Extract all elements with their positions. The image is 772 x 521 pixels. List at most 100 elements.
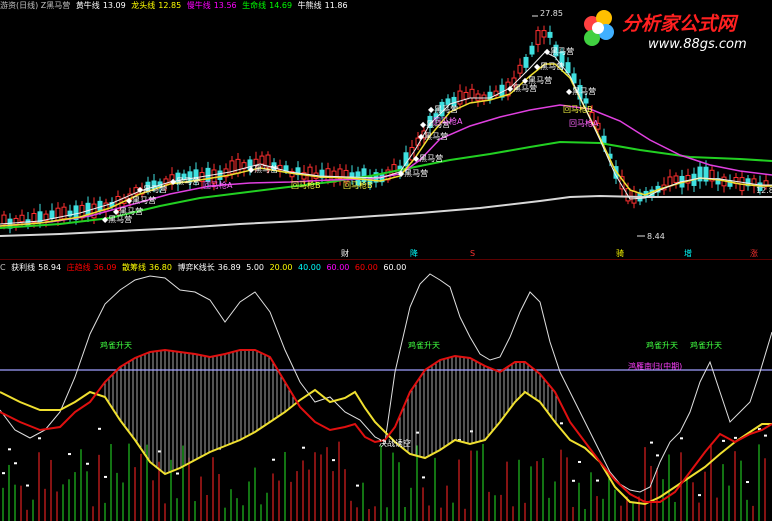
candle-body bbox=[547, 31, 553, 38]
pullback-b-1: 回马枪B bbox=[291, 180, 321, 190]
bar-dot bbox=[98, 427, 101, 430]
bar-dot bbox=[38, 437, 41, 440]
bar-dot bbox=[272, 458, 275, 461]
bar-dot bbox=[356, 484, 359, 487]
bar-dot bbox=[722, 439, 725, 442]
black-horse-marker: ◆黑马营 bbox=[126, 195, 156, 205]
high-price-label: 27.85 bbox=[540, 9, 563, 18]
site-logo: 分析家公式网 www.88gs.com bbox=[570, 2, 770, 54]
bar-dot bbox=[416, 431, 419, 434]
candle-body bbox=[517, 64, 523, 74]
right-mark-3: 涨 bbox=[750, 248, 758, 258]
phoenix-label-2: 鸡雀升天 bbox=[408, 340, 440, 350]
phoenix-label-4: 鸡雀升天 bbox=[690, 340, 722, 350]
peak-mark-1: 降 bbox=[410, 248, 418, 258]
black-horse-marker: ◆黑马营 bbox=[428, 104, 458, 114]
bar-dot bbox=[746, 481, 749, 484]
right-mark-1: 骑 bbox=[616, 248, 624, 258]
indicator-svg: 鸡雀升天 鸡雀升天 鸡雀升天 鸡雀升天 鸿雁南归(中期) 决战诱空 bbox=[0, 273, 772, 521]
candle-body bbox=[1, 214, 7, 225]
dump-note: 决战诱空 bbox=[379, 438, 411, 448]
pullback-b-2: 回马枪B bbox=[343, 180, 373, 190]
bar-dot bbox=[698, 494, 701, 497]
candle-body bbox=[49, 210, 55, 219]
hatch-fill-group bbox=[104, 350, 557, 474]
candle-body bbox=[529, 45, 535, 55]
bar-dot bbox=[578, 460, 581, 463]
bar-dot bbox=[680, 437, 683, 440]
candle-body bbox=[475, 93, 481, 101]
bar-dot bbox=[560, 422, 563, 425]
bar-dot bbox=[26, 484, 29, 487]
pullback-a-3: 回马枪A bbox=[569, 118, 599, 128]
pane-separator[interactable] bbox=[0, 259, 772, 260]
candle-body bbox=[55, 207, 61, 222]
candle-body bbox=[523, 56, 529, 68]
candle-body bbox=[307, 166, 313, 182]
candle-body bbox=[31, 213, 37, 223]
candle-body bbox=[61, 206, 67, 220]
bar-dot bbox=[470, 430, 473, 433]
candle-body bbox=[535, 30, 541, 45]
black-horse-marker: ◆黑马营 bbox=[113, 206, 143, 216]
bar-dot bbox=[104, 475, 107, 478]
candle-body bbox=[457, 90, 463, 105]
candles-group bbox=[1, 25, 769, 234]
phoenix-label-1: 鸡雀升天 bbox=[100, 340, 132, 350]
pullback-b-3: 回马枪B bbox=[563, 104, 593, 114]
bottom-bars-group bbox=[2, 422, 767, 521]
bar-dot bbox=[572, 479, 575, 482]
candle-body bbox=[463, 91, 469, 100]
wealth-mark: 财 bbox=[341, 248, 349, 258]
candle-body bbox=[217, 170, 223, 180]
candle-body bbox=[541, 30, 547, 38]
candle-body bbox=[325, 168, 331, 182]
bar-dot bbox=[650, 441, 653, 444]
bar-dot bbox=[86, 462, 89, 465]
black-horse-marker: ◆黑马营 bbox=[413, 153, 443, 163]
candle-body bbox=[469, 88, 475, 99]
black-horse-marker: ◆黑马营 bbox=[248, 164, 278, 174]
pink-note: 鸿雁南归(中期) bbox=[628, 361, 682, 371]
bar-dot bbox=[422, 476, 425, 479]
bar-dot bbox=[302, 446, 305, 449]
indicator-pane[interactable]: C 获利线 58.94 庄趋线 36.09 散筹线 36.80 博弈K线长 36.89 … bbox=[0, 262, 772, 521]
bar-dot bbox=[2, 472, 5, 475]
bar-dot bbox=[596, 479, 599, 482]
candle-body bbox=[259, 155, 265, 165]
black-horse-marker: ◆黑马营 bbox=[418, 131, 448, 141]
candle-body bbox=[445, 98, 451, 105]
pullback-a-2: 回马枪A bbox=[433, 116, 463, 126]
black-horse-marker: ◆黑马营 bbox=[170, 176, 200, 186]
candle-body bbox=[19, 214, 25, 223]
logo-url-text: www.88gs.com bbox=[648, 37, 747, 52]
last-price-label: 12.8 bbox=[756, 186, 772, 195]
low-price-label: 8.44 bbox=[647, 232, 665, 241]
black-horse-marker: ◆黑马营 bbox=[398, 168, 428, 178]
bar-dot bbox=[332, 459, 335, 462]
black-horse-marker: ◆黑马营 bbox=[137, 184, 167, 194]
candle-body bbox=[673, 175, 679, 183]
bar-dot bbox=[176, 472, 179, 475]
bar-dot bbox=[68, 453, 71, 456]
black-horse-marker: ◆黑马营 bbox=[522, 75, 552, 85]
peak-mark-2: S bbox=[470, 249, 475, 258]
phoenix-label-3: 鸡雀升天 bbox=[646, 340, 678, 350]
bar-dot bbox=[734, 436, 737, 439]
zhuangqu-line bbox=[0, 348, 772, 503]
logo-brand-text: 分析家公式网 bbox=[622, 13, 739, 35]
pinwheel-logo-icon bbox=[584, 10, 614, 46]
pullback-a-1: 回马枪A bbox=[203, 180, 233, 190]
bar-dot bbox=[8, 448, 11, 451]
bar-dot bbox=[14, 462, 17, 465]
main-chart-pane[interactable]: 游资(日线) Z黑马营 黄牛线 13.09 龙头线 12.85 慢牛线 13.56 生… bbox=[0, 0, 772, 258]
candle-body bbox=[583, 98, 589, 104]
candle-body bbox=[85, 202, 91, 216]
candle-body bbox=[235, 158, 241, 174]
candle-body bbox=[667, 176, 673, 187]
huoli-line bbox=[0, 273, 772, 493]
bar-dot bbox=[158, 450, 161, 453]
right-mark-2: 增 bbox=[684, 248, 692, 258]
bar-dot bbox=[764, 434, 767, 437]
black-horse-marker: ◆黑马营 bbox=[534, 61, 564, 71]
